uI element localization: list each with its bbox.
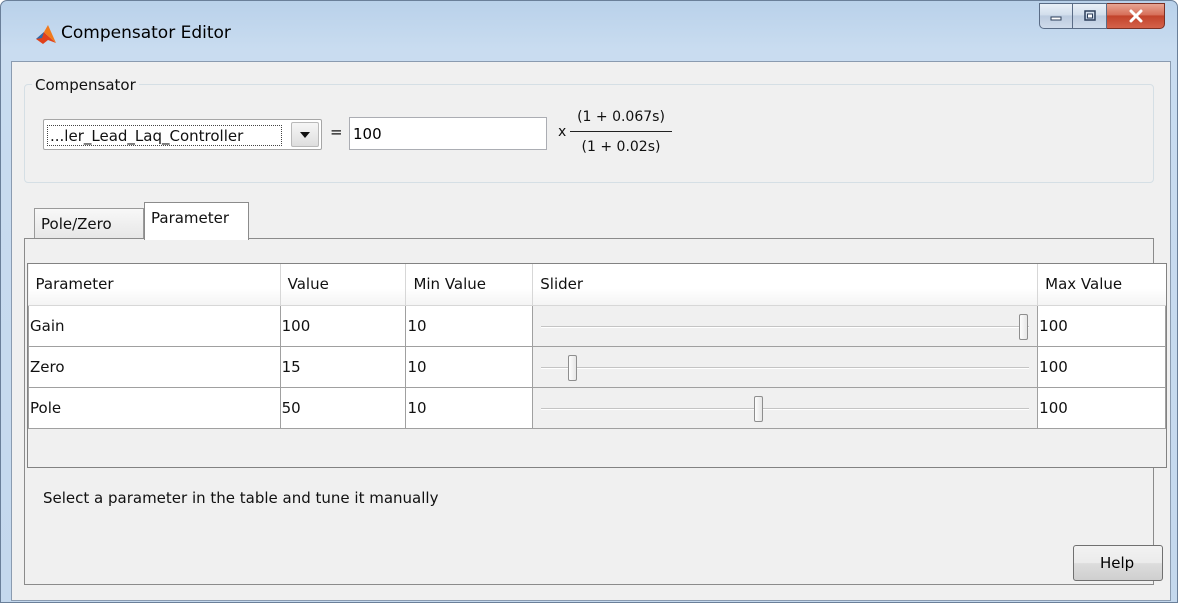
value-cell[interactable]: 50 [279,386,407,429]
table-row[interactable]: Zero 15 10 100 [28,345,1166,388]
value-cell[interactable]: 100 [279,304,407,347]
slider-cell [532,304,1039,347]
compensator-editor-window: Compensator Editor Compensator ...ler_Le… [0,0,1178,603]
client-area: Compensator ...ler_Lead_Laq_Controller =… [11,61,1171,601]
parameter-name-cell[interactable]: Pole [28,386,281,429]
slider-track[interactable] [541,325,1030,328]
column-header-parameter[interactable]: Parameter [28,264,281,306]
column-header-value[interactable]: Value [280,264,407,306]
parameter-tab-panel: Parameter Value Min Value Slider Max Val… [24,238,1167,585]
chevron-down-icon [300,131,310,138]
slider-track[interactable] [541,366,1030,369]
slider-thumb[interactable] [753,395,763,422]
value-cell[interactable]: 15 [279,345,407,388]
max-value-cell[interactable]: 100 [1037,304,1166,347]
tab-pole-zero[interactable]: Pole/Zero [34,208,144,239]
title-bar[interactable]: Compensator Editor [1,1,1177,61]
min-value-cell[interactable]: 10 [405,304,534,347]
window-controls [1039,3,1165,31]
minimize-icon [1050,16,1062,21]
compensator-select[interactable]: ...ler_Lead_Laq_Controller [43,119,322,150]
tf-denominator: (1 + 0.02s) [581,139,661,155]
column-header-min-value[interactable]: Min Value [405,264,534,306]
min-value-cell[interactable]: 10 [405,386,534,429]
slider-cell [532,386,1039,429]
column-header-slider[interactable]: Slider [532,264,1039,306]
close-icon [1129,9,1142,23]
help-button[interactable]: Help [1073,545,1163,581]
min-value-cell[interactable]: 10 [405,345,534,388]
column-header-max-value[interactable]: Max Value [1037,264,1166,306]
tf-numerator: (1 + 0.067s) [577,109,665,125]
tab-parameter[interactable]: Parameter [144,202,249,240]
equals-sign: = [330,123,343,141]
maximize-icon [1083,10,1096,21]
close-button[interactable] [1107,3,1165,29]
compensator-select-value: ...ler_Lead_Laq_Controller [47,125,282,146]
table-row[interactable]: Gain 100 10 100 [28,304,1166,347]
slider-track[interactable] [541,407,1030,410]
max-value-cell[interactable]: 100 [1037,345,1166,388]
slider-cell [532,345,1039,388]
slider-thumb[interactable] [567,354,577,381]
table-row[interactable]: Pole 50 10 100 [28,386,1166,429]
slider-thumb[interactable] [1019,313,1029,340]
table-header-row: Parameter Value Min Value Slider Max Val… [28,264,1166,306]
compensator-group-label: Compensator [32,76,139,94]
times-sign: x [558,124,567,140]
minimize-button[interactable] [1039,3,1073,29]
dropdown-arrow-button[interactable] [291,122,319,147]
gain-input[interactable] [349,117,547,150]
parameter-name-cell[interactable]: Zero [28,345,281,388]
matlab-logo-icon [36,25,56,44]
status-message: Select a parameter in the table and tune… [43,489,439,507]
parameter-name-cell[interactable]: Gain [28,304,281,347]
window-title: Compensator Editor [61,23,231,43]
parameter-table: Parameter Value Min Value Slider Max Val… [28,264,1166,429]
transfer-function: (1 + 0.067s) (1 + 0.02s) [568,105,674,158]
parameter-table-container: Parameter Value Min Value Slider Max Val… [27,263,1167,468]
maximize-button[interactable] [1073,3,1107,29]
max-value-cell[interactable]: 100 [1037,386,1166,429]
